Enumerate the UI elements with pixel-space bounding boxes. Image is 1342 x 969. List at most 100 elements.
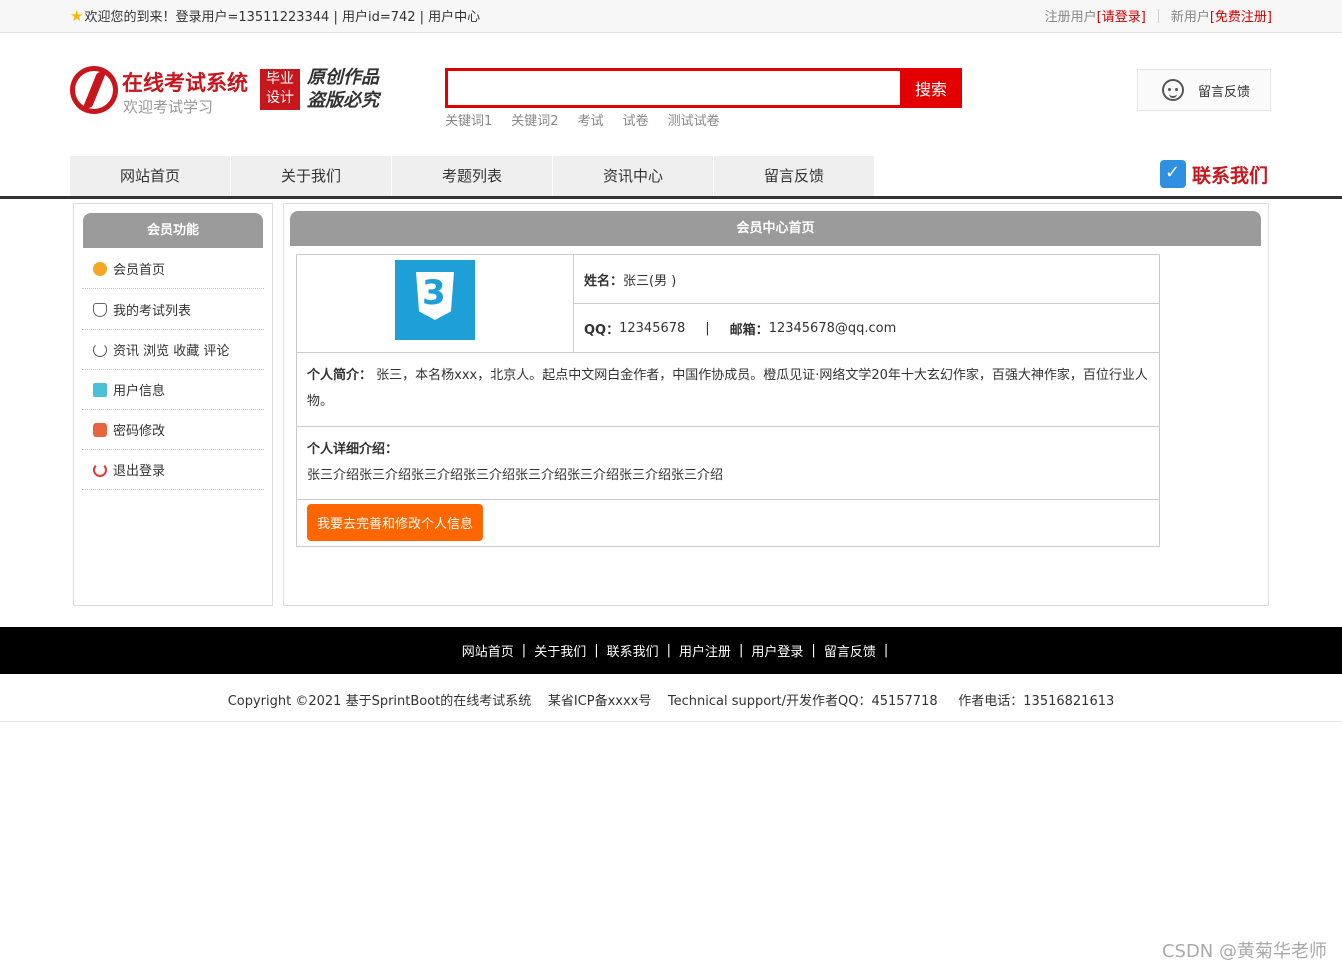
name-value: 张三(男 ) xyxy=(623,273,677,289)
welcome-area: ★ 欢迎您的到来！登录用户=13511223344 | 用户id=742 | 用… xyxy=(70,6,480,26)
email-value: 12345678@qq.com xyxy=(768,320,897,336)
new-user-label: 新用户 xyxy=(1170,10,1210,25)
member-center-panel: 会员中心首页 3 姓名： 张三(男 ) QQ： 12345678 | 邮箱： 1… xyxy=(283,203,1269,606)
logo-title: 在线考试系统 xyxy=(122,71,248,95)
site-logo[interactable]: 在线考试系统 欢迎考试学习 毕业 设计 原创作品 盗版必究 xyxy=(70,66,390,116)
contact-us-link[interactable]: 联系我们 xyxy=(1160,160,1268,188)
sidebar-item-member-home[interactable]: 会员首页 xyxy=(82,249,264,289)
footer-nav: 网站首页 | 关于我们 | 联系我们 | 用户注册 | 用户登录 | 留言反馈 | xyxy=(0,627,1342,674)
detail-label: 个人详细介绍： xyxy=(307,442,399,457)
footer-divider xyxy=(0,721,1342,722)
power-icon xyxy=(93,462,107,477)
qq-label: QQ： xyxy=(584,322,620,338)
search-button[interactable]: 搜索 xyxy=(900,68,962,108)
email-label: 邮箱： xyxy=(729,322,769,338)
name-label: 姓名： xyxy=(584,273,624,289)
footer-link-about[interactable]: 关于我们 xyxy=(534,641,586,660)
detail-value: 张三介绍张三介绍张三介绍张三介绍张三介绍张三介绍张三介绍张三介绍 xyxy=(307,468,724,483)
top-bar: ★ 欢迎您的到来！登录用户=13511223344 | 用户id=742 | 用… xyxy=(0,0,1342,33)
sidebar-item-label: 会员首页 xyxy=(113,263,166,278)
lock-icon xyxy=(93,422,107,437)
nav-divider xyxy=(0,196,1342,199)
edit-profile-button[interactable]: 我要去完善和修改个人信息 xyxy=(307,504,484,541)
sidebar-item-logout[interactable]: 退出登录 xyxy=(82,450,264,490)
intro-row: 个人简介： 张三，本名杨xxx，北京人。起点中文网白金作者，中国作协成员。橙瓜见… xyxy=(297,353,1159,427)
clipboard-icon xyxy=(93,382,107,397)
sidebar-item-password[interactable]: 密码修改 xyxy=(82,410,264,450)
copyright-text: Copyright ©2021 基于SprintBoot的在线考试系统 某省IC… xyxy=(227,694,1115,709)
nav-exam-list[interactable]: 考题列表 xyxy=(392,156,552,196)
free-register-link[interactable]: [免费注册] xyxy=(1210,6,1272,25)
footer-separator: | xyxy=(594,643,599,658)
footer-separator: | xyxy=(666,643,671,658)
feedback-button[interactable]: 留言反馈 xyxy=(1137,69,1271,111)
footer-separator: | xyxy=(739,643,744,658)
footer-separator: | xyxy=(811,643,816,658)
graduation-badge: 毕业 设计 xyxy=(260,69,300,110)
nav-news[interactable]: 资讯中心 xyxy=(553,156,713,196)
badge-line-2: 设计 xyxy=(266,90,294,106)
slogan-line-2: 盗版必究 xyxy=(307,90,379,111)
customer-service-icon xyxy=(1162,79,1184,101)
footer-link-login[interactable]: 用户登录 xyxy=(751,641,803,660)
sidebar-item-user-info[interactable]: 用户信息 xyxy=(82,370,264,410)
search-input[interactable] xyxy=(445,68,900,108)
footer-separator: | xyxy=(883,643,889,658)
nav-home[interactable]: 网站首页 xyxy=(70,156,230,196)
hot-keywords: 关键词1 关键词2 考试 试卷 测试试卷 xyxy=(445,110,739,129)
badge-line-1: 毕业 xyxy=(266,71,294,87)
home-icon xyxy=(93,261,107,276)
member-sidebar: 会员功能 会员首页 我的考试列表 资讯 浏览 收藏 评论 用户信息 密码修改 退… xyxy=(73,203,273,606)
welcome-text[interactable]: 欢迎您的到来！登录用户=13511223344 | 用户id=742 | 用户中… xyxy=(84,6,480,25)
slogan-line-1: 原创作品 xyxy=(307,67,379,88)
keyword-link[interactable]: 试卷 xyxy=(623,110,649,129)
star-icon: ★ xyxy=(70,6,84,25)
keyword-link[interactable]: 测试试卷 xyxy=(668,110,720,129)
keyword-link[interactable]: 考试 xyxy=(578,110,604,129)
sidebar-item-news-history[interactable]: 资讯 浏览 收藏 评论 xyxy=(82,330,264,370)
sidebar-item-label: 资讯 浏览 收藏 评论 xyxy=(113,344,230,359)
sidebar-item-label: 退出登录 xyxy=(113,464,166,479)
avatar-cell: 3 xyxy=(297,255,574,353)
sidebar-item-label: 用户信息 xyxy=(113,384,166,399)
divider xyxy=(1157,8,1159,23)
footer-link-feedback[interactable]: 留言反馈 xyxy=(824,641,876,660)
shield-heart-icon xyxy=(93,302,107,317)
feedback-label: 留言反馈 xyxy=(1198,84,1251,100)
qq-value: 12345678 xyxy=(619,320,686,336)
nav-about[interactable]: 关于我们 xyxy=(231,156,391,196)
footer-link-contact[interactable]: 联系我们 xyxy=(607,641,659,660)
nav-feedback[interactable]: 留言反馈 xyxy=(714,156,874,196)
profile-card: 3 姓名： 张三(男 ) QQ： 12345678 | 邮箱： 12345678… xyxy=(296,254,1160,547)
contact-label: 联系我们 xyxy=(1192,164,1269,187)
sidebar-title: 会员功能 xyxy=(83,213,263,248)
contact-icon xyxy=(1160,160,1186,188)
keyword-link[interactable]: 关键词2 xyxy=(511,110,558,129)
field-divider: | xyxy=(705,320,710,336)
register-user-label: 注册用户 xyxy=(1044,10,1097,25)
intro-value: 张三，本名杨xxx，北京人。起点中文网白金作者，中国作协成员。橙瓜见证·网络文学… xyxy=(307,368,1148,409)
sidebar-item-my-exams[interactable]: 我的考试列表 xyxy=(82,290,264,330)
keyword-link[interactable]: 关键词1 xyxy=(445,110,492,129)
account-links: 注册用户 [请登录] 新用户 [免费注册] xyxy=(1045,6,1272,25)
logo-icon xyxy=(70,66,118,114)
detail-row: 个人详细介绍： 张三介绍张三介绍张三介绍张三介绍张三介绍张三介绍张三介绍张三介绍 xyxy=(297,427,1159,500)
search-box: 搜索 xyxy=(445,68,962,108)
sidebar-item-label: 我的考试列表 xyxy=(113,304,192,319)
footer-link-home[interactable]: 网站首页 xyxy=(462,641,514,660)
sidebar-item-label: 密码修改 xyxy=(113,424,166,439)
panel-title: 会员中心首页 xyxy=(290,211,1261,246)
name-row: 姓名： 张三(男 ) xyxy=(574,255,1159,304)
css3-number-icon: 3 xyxy=(422,273,446,313)
login-link[interactable]: [请登录] xyxy=(1097,6,1146,25)
main-nav: 网站首页 关于我们 考题列表 资讯中心 留言反馈 xyxy=(70,156,875,196)
intro-label: 个人简介： xyxy=(307,368,373,383)
contact-row: QQ： 12345678 | 邮箱： 12345678@qq.com xyxy=(574,304,1159,353)
refresh-icon xyxy=(93,342,107,357)
watermark-text: CSDN @黄菊华老师 xyxy=(1161,941,1327,962)
footer-separator: | xyxy=(521,643,527,658)
footer-link-register[interactable]: 用户注册 xyxy=(679,641,731,660)
logo-subtitle: 欢迎考试学习 xyxy=(123,98,214,116)
original-work-slogan: 原创作品 盗版必究 xyxy=(307,66,379,112)
avatar: 3 xyxy=(395,260,475,340)
